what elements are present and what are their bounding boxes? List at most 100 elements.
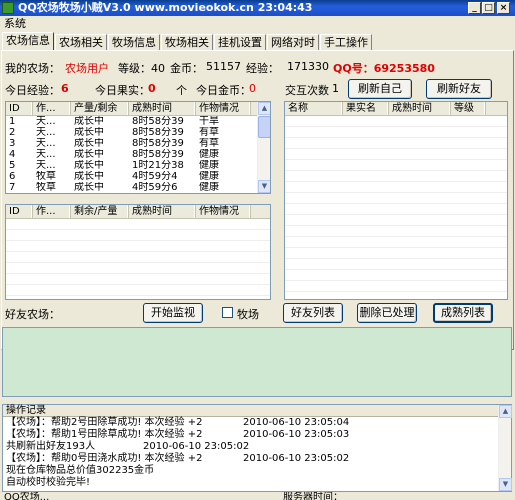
friend-crops-table[interactable]: ID 作... 剩余/产量 成熟时间 作物情况 (5, 204, 271, 300)
log-line: 【农场】：帮助2号田除草成功! 本次经验 +2 2010-06-10 23:05:… (3, 417, 511, 429)
today-fruit-label: 今日果实： (95, 84, 150, 97)
col-header[interactable]: 剩余/产量 (71, 205, 129, 218)
table-cell: 健康 (199, 182, 219, 193)
table-cell: 有草 (199, 127, 219, 138)
scroll-up-arrow-icon[interactable]: ▲ (499, 405, 512, 418)
table-cell: 1时21分38 (132, 160, 184, 171)
refresh-friends-button[interactable]: 刷新好友 (426, 79, 492, 99)
crops-table[interactable]: ID 作... 产量/剩余 成熟时间 作物情况 1 天... 成长中 8时58分39 干… (5, 101, 271, 194)
log-line: 【农场】：帮助0号田浇水成功! 本次经验 +2 2010-06-10 23:05:… (3, 453, 511, 465)
table-cell: 7 (9, 182, 16, 193)
table-cell: 8时58分39 (132, 138, 184, 149)
start-monitor-button[interactable]: 开始监视 (143, 303, 203, 323)
exp-label: 经验： (246, 62, 279, 75)
table-cell: 8时58分39 (132, 116, 184, 127)
table-row[interactable]: 3 天... 成长中 8时58分39 有草 (6, 138, 270, 149)
operation-log[interactable]: 操作记录 【农场】：帮助2号田除草成功! 本次经验 +2 2010-06-10 2… (2, 404, 512, 492)
tab-idle-settings[interactable]: 挂机设置 (214, 34, 266, 51)
table-cell: 4时59分6 (132, 182, 178, 193)
table-cell: 健康 (199, 160, 219, 171)
table-cell: 成长中 (74, 138, 104, 149)
friend-farm-panel[interactable] (2, 327, 512, 397)
status-left: QQ农场... (4, 492, 50, 500)
col-header[interactable]: 作物情况 (196, 205, 251, 218)
friends-table[interactable]: 名称 果实名 成熟时间 等级 (284, 101, 508, 300)
log-scrollbar[interactable]: ▲ ▼ (498, 405, 512, 491)
table-cell: 成长中 (74, 171, 104, 182)
table-cell: 天... (36, 138, 56, 149)
server-time-label: 服务器时间： (283, 492, 343, 500)
today-gold-label: 今日金币： (196, 84, 251, 97)
pasture-checkbox[interactable] (222, 307, 233, 318)
scroll-thumb[interactable] (258, 116, 270, 138)
table-cell: 天... (36, 127, 56, 138)
log-line: 【农场】：帮助1号田除草成功! 本次经验 +2 2010-06-10 23:05:… (3, 429, 511, 441)
col-header[interactable]: ID (6, 102, 33, 115)
table-cell: 健康 (199, 149, 219, 160)
my-farm-label: 我的农场： (5, 62, 60, 75)
table-cell: 牧草 (36, 171, 56, 182)
col-header[interactable]: ID (6, 205, 33, 218)
log-lines: 【农场】：帮助2号田除草成功! 本次经验 +2 2010-06-10 23:05:… (3, 417, 511, 489)
close-button[interactable]: × (497, 2, 510, 14)
log-text: 【农场】：帮助1号田除草成功! 本次经验 +2 (6, 429, 203, 440)
tab-farm-info[interactable]: 农场信息 (2, 32, 54, 51)
scroll-down-arrow-icon[interactable]: ▼ (258, 180, 270, 193)
delete-processed-button[interactable]: 删除已处理 (357, 303, 417, 323)
menu-bar: 系统 (0, 16, 515, 32)
today-exp-label: 今日经验： (5, 84, 60, 97)
table-cell: 天... (36, 149, 56, 160)
window-title: QQ农场牧场小贼V3.0 www.movieokok.cn 23:04:43 (18, 1, 313, 14)
tab-pasture-related[interactable]: 牧场相关 (161, 34, 213, 51)
log-text: 共刷新出好友193人 (6, 441, 96, 452)
tab-pasture-info[interactable]: 牧场信息 (108, 34, 160, 51)
table-cell: 健康 (199, 171, 219, 182)
menu-system[interactable]: 系统 (4, 17, 26, 30)
col-header[interactable]: 作... (33, 205, 71, 218)
fruit-unit: 个 (176, 84, 187, 97)
log-text: 【农场】：帮助2号田除草成功! 本次经验 +2 (6, 417, 203, 428)
col-header[interactable]: 成熟时间 (389, 102, 451, 115)
table-cell: 3 (9, 138, 16, 149)
table-cell: 成长中 (74, 149, 104, 160)
table-row[interactable]: 2 天... 成长中 8时58分39 有草 (6, 127, 270, 138)
mature-list-button[interactable]: 成熟列表 (433, 303, 493, 323)
tab-strip: 农场信息 农场相关 牧场信息 牧场相关 挂机设置 网络对时 手工操作 (2, 32, 373, 51)
table-row[interactable]: 4 天... 成长中 8时58分39 健康 (6, 149, 270, 160)
status-bar: QQ农场... 服务器时间： (0, 492, 515, 500)
table-cell: 成长中 (74, 116, 104, 127)
scroll-down-arrow-icon[interactable]: ▼ (499, 478, 512, 491)
tab-network-time[interactable]: 网络对时 (267, 34, 319, 51)
friend-list-button[interactable]: 好友列表 (283, 303, 343, 323)
col-header[interactable]: 成熟时间 (129, 205, 196, 218)
table-row[interactable]: 6 牧草 成长中 4时59分4 健康 (6, 171, 270, 182)
table-cell: 牧草 (36, 182, 56, 193)
col-header[interactable]: 产量/剩余 (71, 102, 129, 115)
log-timestamp: 2010-06-10 23:05:02 (143, 441, 250, 452)
user-type: 农场用户 (65, 62, 109, 75)
friends-table-body (285, 116, 507, 299)
table-row[interactable]: 7 牧草 成长中 4时59分6 健康 (6, 182, 270, 193)
table-row[interactable]: 5 天... 成长中 1时21分38 健康 (6, 160, 270, 171)
tab-manual-ops[interactable]: 手工操作 (320, 34, 372, 51)
gold-label: 金币： (170, 62, 203, 75)
tab-farm-related[interactable]: 农场相关 (55, 34, 107, 51)
col-header[interactable]: 果实名 (343, 102, 389, 115)
today-exp-value: 6 (61, 82, 69, 95)
today-fruit-value: 0 (148, 82, 156, 95)
log-text: 自动校时校验完毕! (6, 477, 91, 488)
col-header[interactable]: 名称 (285, 102, 343, 115)
pasture-label: 牧场 (237, 308, 259, 321)
table-row[interactable]: 1 天... 成长中 8时58分39 干旱 (6, 116, 270, 127)
scroll-up-arrow-icon[interactable]: ▲ (258, 102, 270, 115)
log-timestamp: 2010-06-10 23:05:03 (243, 429, 350, 440)
table-cell: 天... (36, 160, 56, 171)
refresh-self-button[interactable]: 刷新自己 (348, 79, 412, 99)
col-header[interactable]: 成熟时间 (129, 102, 196, 115)
col-header[interactable]: 作... (33, 102, 71, 115)
col-header[interactable]: 等级 (451, 102, 486, 115)
minimize-button[interactable]: _ (468, 2, 481, 14)
maximize-button[interactable]: □ (482, 2, 495, 14)
col-header[interactable]: 作物情况 (196, 102, 251, 115)
crops-table-scrollbar[interactable]: ▲ ▼ (257, 102, 270, 193)
